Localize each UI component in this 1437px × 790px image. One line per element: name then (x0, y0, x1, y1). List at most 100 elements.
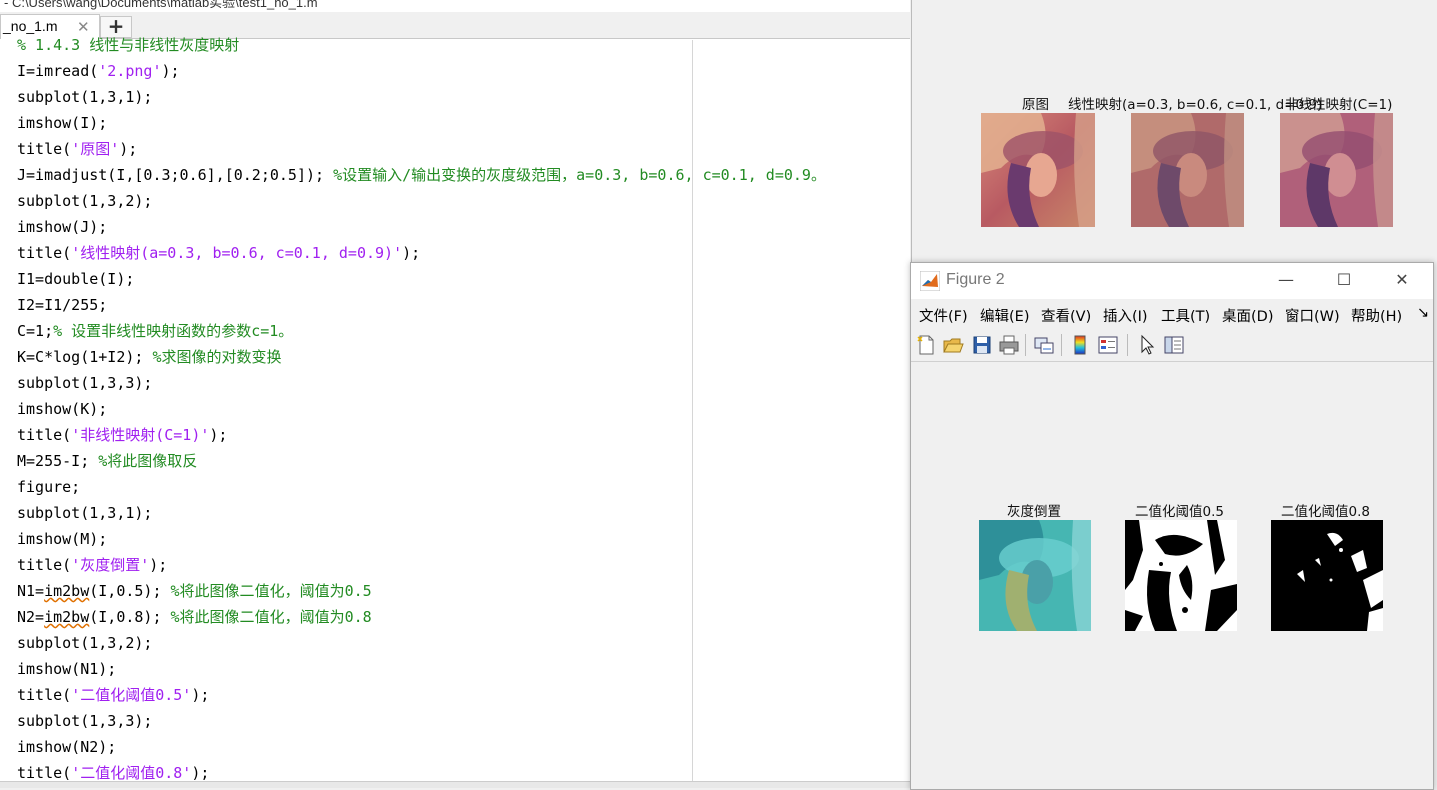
code-line[interactable]: subplot(1,3,1); (17, 84, 152, 110)
code-token: N2= (17, 608, 45, 626)
code-token: subplot(1,3,1); (17, 88, 153, 106)
open-file-icon[interactable] (942, 334, 964, 356)
axes-title-original: 原图 (1022, 97, 1049, 113)
property-inspector-icon[interactable] (1163, 334, 1185, 356)
code-line[interactable]: subplot(1,3,3); (17, 370, 152, 396)
menu-edit[interactable]: 编辑(E) (980, 305, 1029, 326)
code-line[interactable]: imshow(N2); (17, 734, 116, 760)
print-icon[interactable] (998, 334, 1020, 356)
code-token: im2bw (44, 582, 90, 600)
string-token: '2.png' (98, 62, 162, 80)
code-line[interactable]: title('线性映射(a=0.3, b=0.6, c=0.1, d=0.9)'… (17, 240, 420, 266)
figure-2-window[interactable]: Figure 2 — ☐ ✕ 文件(F) 编辑(E) 查看(V) 插入(I) 工… (910, 262, 1434, 790)
code-line[interactable]: subplot(1,3,1); (17, 500, 152, 526)
string-token: '线性映射(a=0.3, b=0.6, c=0.1, d=0.9)' (71, 244, 403, 262)
code-token: J=imadjust(I,[0.3;0.6],[0.2;0.5]); (17, 166, 334, 184)
menu-overflow-icon[interactable]: ↘ (1417, 305, 1429, 321)
menu-tools[interactable]: 工具(T) (1161, 305, 1210, 326)
code-line[interactable]: title('原图'); (17, 136, 137, 162)
string-token: '原图' (71, 140, 120, 158)
code-line[interactable]: C=1;% 设置非线性映射函数的参数c=1。 (17, 318, 293, 344)
code-token: subplot(1,3,2); (17, 192, 153, 210)
string-token: '灰度倒置' (71, 556, 150, 574)
code-token: title( (17, 556, 72, 574)
code-token: imshow(I); (17, 114, 108, 132)
minimize-button[interactable]: — (1266, 267, 1306, 293)
code-token: ); (191, 764, 210, 782)
toolbar-separator (1025, 334, 1026, 356)
menu-insert[interactable]: 插入(I) (1103, 305, 1148, 326)
menu-view[interactable]: 查看(V) (1041, 305, 1091, 326)
menu-desktop[interactable]: 桌面(D) (1222, 305, 1273, 326)
code-line[interactable]: imshow(K); (17, 396, 107, 422)
code-token: title( (17, 244, 72, 262)
code-line[interactable]: subplot(1,3,2); (17, 188, 152, 214)
new-figure-icon[interactable] (915, 334, 937, 356)
binary-05-image (1125, 520, 1237, 631)
code-line[interactable]: title('二值化阈值0.5'); (17, 682, 209, 708)
code-line[interactable]: imshow(N1); (17, 656, 116, 682)
code-token: subplot(1,3,3); (17, 712, 153, 730)
code-token: C=1; (17, 322, 54, 340)
code-line[interactable]: subplot(1,3,3); (17, 708, 152, 734)
code-line[interactable]: title('灰度倒置'); (17, 552, 167, 578)
link-plot-icon[interactable] (1033, 334, 1055, 356)
code-token: imshow(K); (17, 400, 108, 418)
code-token: imshow(J); (17, 218, 108, 236)
code-token: ); (119, 140, 138, 158)
comment-token: % 设置非线性映射函数的参数c=1。 (53, 322, 294, 340)
horizontal-scrollbar[interactable] (0, 781, 910, 788)
code-line[interactable]: K=C*log(1+I2); %求图像的对数变换 (17, 344, 282, 370)
code-token: ); (209, 426, 228, 444)
colorbar-icon[interactable] (1069, 334, 1091, 356)
pointer-icon[interactable] (1136, 334, 1158, 356)
binary-08-image (1271, 520, 1383, 631)
figure-2-canvas[interactable]: 灰度倒置 二值化阈值0.5 二值化阈值0.8 (911, 362, 1433, 789)
code-line[interactable]: figure; (17, 474, 80, 500)
string-token: '二值化阈值0.8' (71, 764, 192, 782)
lena-linear-image (1131, 113, 1244, 227)
code-token: imshow(N2); (17, 738, 117, 756)
comment-token: %将此图像二值化，阈值为0.5 (170, 582, 372, 600)
code-line[interactable]: I1=double(I); (17, 266, 134, 292)
code-line[interactable]: imshow(M); (17, 526, 107, 552)
figure-2-titlebar[interactable]: Figure 2 — ☐ ✕ (911, 263, 1433, 299)
menu-file[interactable]: 文件(F) (919, 305, 968, 326)
code-line[interactable]: I=imread('2.png'); (17, 58, 180, 84)
code-line[interactable]: N1=im2bw(I,0.5); %将此图像二值化，阈值为0.5 (17, 578, 372, 604)
code-token: subplot(1,3,3); (17, 374, 153, 392)
code-line[interactable]: title('非线性映射(C=1)'); (17, 422, 227, 448)
comment-token: %将此图像取反 (98, 452, 198, 470)
code-token: I=imread( (17, 62, 99, 80)
menu-window[interactable]: 窗口(W) (1285, 305, 1340, 326)
menu-help[interactable]: 帮助(H) (1351, 305, 1402, 326)
editor-file-path: - C:\Users\wang\Documents\matlab实验\test1… (0, 0, 910, 12)
window-title: Figure 2 (946, 271, 1005, 288)
code-editor[interactable]: - C:\Users\wang\Documents\matlab实验\test1… (0, 0, 910, 788)
code-token: title( (17, 686, 72, 704)
code-line[interactable]: J=imadjust(I,[0.3;0.6],[0.2;0.5]); %设置输入… (17, 162, 826, 188)
legend-icon[interactable] (1097, 334, 1119, 356)
code-token: imshow(N1); (17, 660, 117, 678)
code-token: subplot(1,3,2); (17, 634, 153, 652)
code-token: ); (149, 556, 168, 574)
code-token: ); (191, 686, 210, 704)
code-token: subplot(1,3,1); (17, 504, 153, 522)
code-line[interactable]: N2=im2bw(I,0.8); %将此图像二值化，阈值为0.8 (17, 604, 372, 630)
code-token: I1=double(I); (17, 270, 135, 288)
code-line[interactable]: subplot(1,3,2); (17, 630, 152, 656)
close-button[interactable]: ✕ (1382, 267, 1422, 293)
code-line[interactable]: % 1.4.3 线性与非线性灰度映射 (17, 32, 239, 58)
code-line[interactable]: I2=I1/255; (17, 292, 107, 318)
comment-token: % 1.4.3 线性与非线性灰度映射 (17, 36, 240, 54)
lena-nonlinear-image (1280, 113, 1393, 227)
code-line[interactable]: M=255-I; %将此图像取反 (17, 448, 197, 474)
toolbar-separator (1061, 334, 1062, 356)
save-icon[interactable] (971, 334, 993, 356)
code-line[interactable]: imshow(I); (17, 110, 107, 136)
maximize-button[interactable]: ☐ (1324, 267, 1364, 293)
axes-title-invert: 灰度倒置 (1007, 504, 1061, 520)
comment-token: %设置输入/输出变换的灰度级范围，a=0.3, b=0.6, c=0.1, d=… (333, 166, 826, 184)
code-line[interactable]: imshow(J); (17, 214, 107, 240)
code-token: imshow(M); (17, 530, 108, 548)
